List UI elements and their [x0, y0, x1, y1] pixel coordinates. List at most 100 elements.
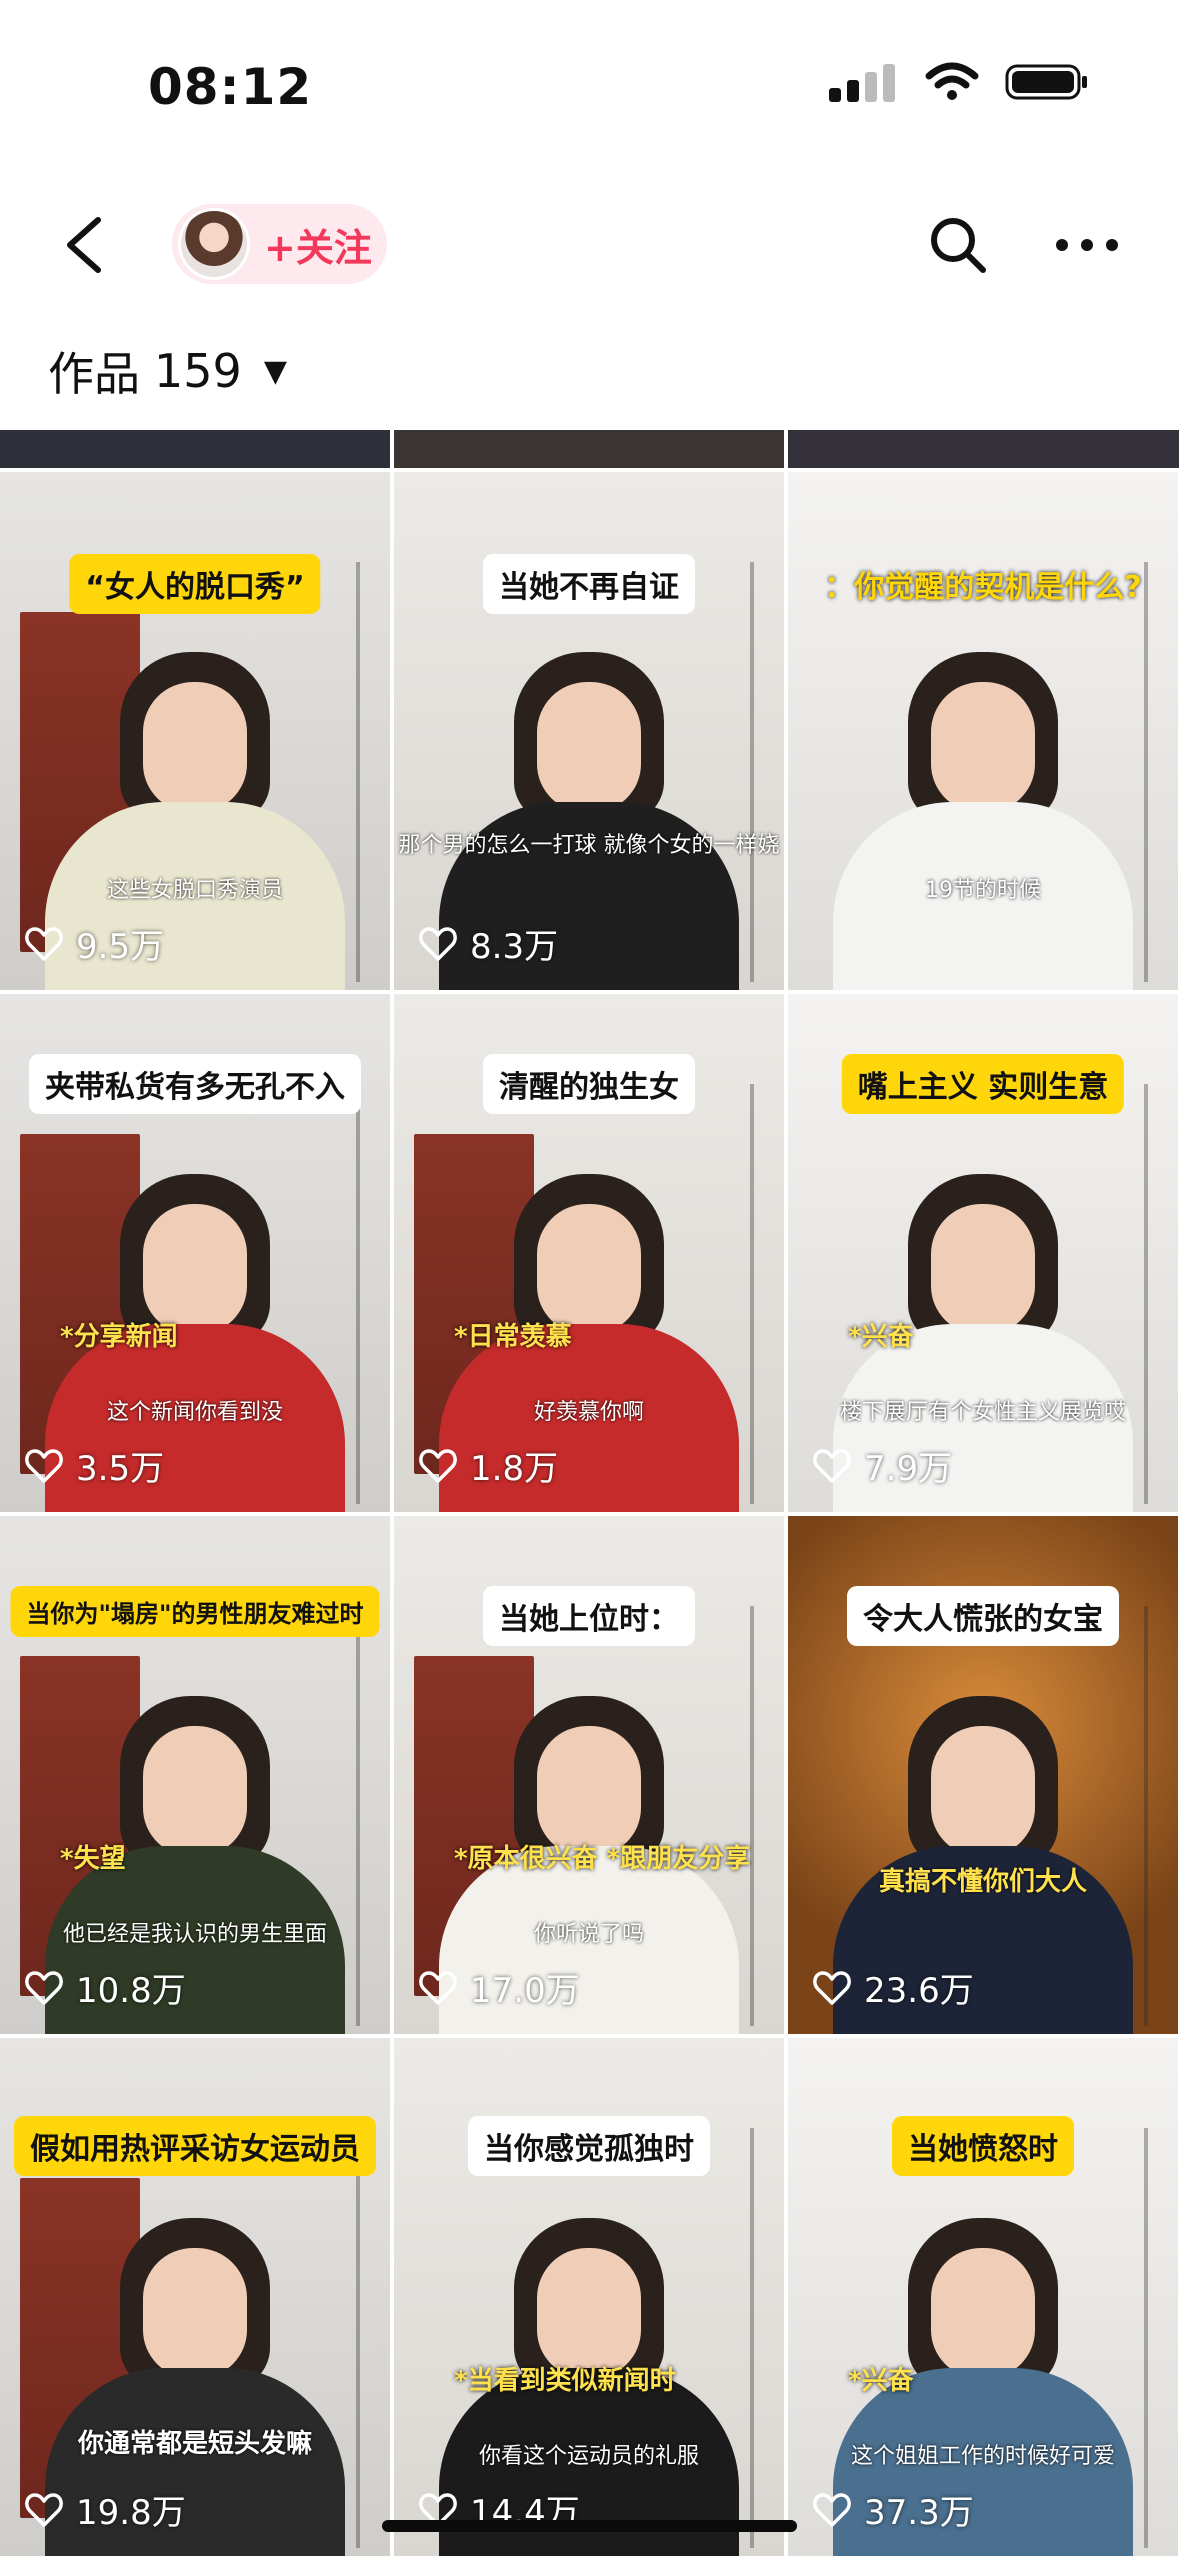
video-card[interactable]: 嘴上主义 实则生意 *兴奋 楼下展厅有个女性主义展览哎 7.9万 — [788, 994, 1178, 1512]
video-subtitle: 这个新闻你看到没 — [106, 1400, 284, 1425]
video-title-caption: 当你为"塌房"的男性朋友难过时 — [10, 1586, 380, 1637]
like-count: 23.6万 — [812, 1963, 974, 2012]
video-subtitle: 19节的时候 — [925, 878, 1041, 903]
video-subtitle: 你听说了吗 — [533, 1922, 645, 1947]
wifi-icon — [925, 62, 979, 100]
wall-decor — [750, 2128, 754, 2548]
wall-decor — [356, 1606, 360, 2026]
wall-decor — [1144, 562, 1148, 982]
like-count: 1.8万 — [418, 1441, 558, 1490]
follow-button-label[interactable]: +关注 — [264, 217, 372, 272]
video-card[interactable]: “女人的脱口秀” 这些女脱口秀演员 9.5万 — [0, 472, 390, 990]
more-dots-icon — [1056, 239, 1118, 251]
face — [143, 1204, 247, 1334]
video-subtitle: 他已经是我认识的男生里面 — [62, 1922, 328, 1947]
works-filter[interactable]: 作品 159 ▼ — [48, 338, 287, 404]
wall-decor — [356, 2128, 360, 2548]
search-icon — [931, 218, 986, 273]
cellular-signal-icon — [829, 64, 895, 102]
video-card[interactable]: 假如用热评采访女运动员你通常都是短头发嘛 19.8万 — [0, 2038, 390, 2556]
emotion-tag: *兴奋 — [848, 2366, 914, 2396]
wall-decor — [750, 562, 754, 982]
video-card[interactable]: 当她不再自证那个男的怎么一打球 就像个女的一样娆 8.3万 — [394, 472, 784, 990]
like-count: 8.3万 — [418, 919, 558, 968]
video-card[interactable]: 当你为"塌房"的男性朋友难过时 *失望 他已经是我认识的男生里面 10.8万 — [0, 1516, 390, 2034]
video-title-caption: 当她上位时： — [483, 1586, 695, 1646]
video-subtitle: 真搞不懂你们大人 — [878, 1867, 1088, 1897]
video-subtitle: 这个姐姐工作的时候好可爱 — [850, 2444, 1116, 2469]
works-label: 作品 — [48, 347, 140, 401]
person-figure — [833, 652, 1133, 990]
like-count: 17.0万 — [418, 1963, 580, 2012]
heart-icon — [813, 1970, 851, 2005]
like-count-value: 3.5万 — [76, 1449, 165, 1489]
video-subtitle: 你看这个运动员的礼服 — [478, 2444, 700, 2469]
battery-icon — [1005, 64, 1087, 100]
like-count-value: 1.8万 — [470, 1449, 559, 1489]
video-card[interactable]: 清醒的独生女 *日常羡慕好羡慕你啊 1.8万 — [394, 994, 784, 1512]
like-count-value: 19.8万 — [76, 2493, 186, 2533]
video-title-caption: 令大人慌张的女宝 — [847, 1586, 1119, 1646]
heart-icon — [25, 2492, 63, 2527]
more-button[interactable] — [1052, 220, 1122, 270]
chevron-left-icon — [67, 217, 101, 273]
like-count-value: 7.9万 — [864, 1449, 953, 1489]
like-count: 7.9万 — [812, 1441, 952, 1490]
like-count: 10.8万 — [24, 1963, 186, 2012]
like-count: 37.3万 — [812, 2485, 974, 2534]
video-card[interactable]: 当你感觉孤独时 *当看到类似新闻时 你看这个运动员的礼服 14.4万 — [394, 2038, 784, 2556]
wall-decor — [750, 1606, 754, 2026]
like-count: 9.5万 — [24, 919, 164, 968]
video-title-caption: “女人的脱口秀” — [69, 554, 321, 614]
like-count-value: 23.6万 — [864, 1971, 974, 2011]
video-title-caption: 假如用热评采访女运动员 — [14, 2116, 376, 2176]
video-card[interactable]: ：你觉醒的契机是什么? 19节的时候 — [788, 472, 1178, 990]
wall-decor — [356, 1084, 360, 1504]
like-count: 19.8万 — [24, 2485, 186, 2534]
wall-decor — [1144, 1084, 1148, 1504]
home-indicator — [382, 2520, 797, 2532]
status-time: 08:12 — [148, 58, 313, 116]
heart-icon — [25, 926, 63, 961]
heart-icon — [419, 1970, 457, 2005]
video-title-caption: 当她愤怒时 — [892, 2116, 1074, 2176]
heart-icon — [25, 1448, 63, 1483]
heart-icon — [813, 2492, 851, 2527]
avatar[interactable] — [178, 208, 250, 280]
video-subtitle: 那个男的怎么一打球 就像个女的一样娆 — [398, 833, 780, 858]
face — [537, 1726, 641, 1856]
video-title-caption: 当她不再自证 — [483, 554, 695, 614]
face — [931, 1204, 1035, 1334]
wall-decor — [750, 1084, 754, 1504]
video-card[interactable]: 令大人慌张的女宝真搞不懂你们大人 23.6万 — [788, 1516, 1178, 2034]
face — [143, 2248, 247, 2378]
wall-decor — [1144, 2128, 1148, 2548]
video-title-caption: 清醒的独生女 — [483, 1054, 695, 1114]
video-subtitle: 楼下展厅有个女性主义展览哎 — [839, 1400, 1127, 1425]
like-count: 3.5万 — [24, 1441, 164, 1490]
video-card[interactable]: 当她上位时： *原本很兴奋 *跟朋友分享你听说了吗 17.0万 — [394, 1516, 784, 2034]
partial-row — [0, 430, 1179, 468]
like-count-value: 8.3万 — [470, 927, 559, 967]
video-card[interactable]: 夹带私货有多无孔不入 *分享新闻 这个新闻你看到没 3.5万 — [0, 994, 390, 1512]
profile-follow-pill[interactable]: +关注 — [172, 204, 387, 284]
video-title-caption: 当你感觉孤独时 — [468, 2116, 710, 2176]
face — [537, 2248, 641, 2378]
wall-decor — [356, 562, 360, 982]
face — [537, 1204, 641, 1334]
face — [931, 1726, 1035, 1856]
status-icons — [829, 62, 1089, 102]
video-subtitle: 你通常都是短头发嘛 — [77, 2429, 313, 2459]
heart-icon — [25, 1970, 63, 2005]
like-count-value: 9.5万 — [76, 927, 165, 967]
back-button[interactable] — [52, 210, 122, 280]
emotion-tag: *兴奋 — [848, 1322, 914, 1352]
emotion-tag: *日常羡慕 — [454, 1322, 572, 1352]
video-subtitle: 好羡慕你啊 — [533, 1400, 645, 1425]
video-card[interactable]: 当她愤怒时 *兴奋这个姐姐工作的时候好可爱 37.3万 — [788, 2038, 1178, 2556]
emotion-tag: *原本很兴奋 *跟朋友分享 — [454, 1844, 751, 1874]
heart-icon — [813, 1448, 851, 1483]
video-title-caption: ：你觉醒的契机是什么? — [824, 570, 1142, 605]
search-button[interactable] — [925, 212, 991, 278]
like-count-value: 10.8万 — [76, 1971, 186, 2011]
